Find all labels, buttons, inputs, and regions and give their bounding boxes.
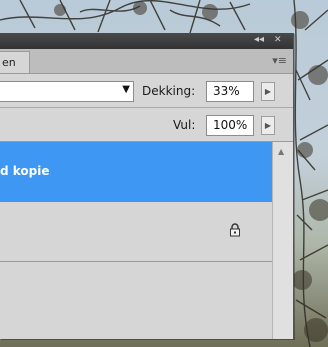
blend-mode-select[interactable]: ▼ [0, 81, 134, 102]
opacity-label: Dekking: [142, 84, 196, 98]
panel-menu-icon[interactable]: ▾≡ [272, 54, 287, 67]
fill-label: Vul: [173, 118, 196, 132]
layer-row-background[interactable] [0, 203, 272, 262]
tab-layers[interactable]: en [0, 51, 30, 73]
opacity-input[interactable]: 33% [206, 81, 254, 102]
layer-row-selected[interactable]: d kopie [0, 142, 272, 202]
layers-panel: ◂◂ ✕ en ▾≡ ▼ Dekking: 33% ▶ Vul: 100% ▶ … [0, 33, 294, 339]
lock-icon [230, 223, 240, 237]
opacity-row: ▼ Dekking: 33% ▶ [0, 74, 293, 108]
chevron-down-icon: ▼ [122, 84, 130, 95]
fill-input[interactable]: 100% [206, 115, 254, 136]
fill-slider-button[interactable]: ▶ [261, 116, 275, 135]
close-icon[interactable]: ✕ [274, 35, 282, 45]
opacity-slider-button[interactable]: ▶ [261, 82, 275, 101]
collapse-panel-button[interactable]: ◂◂ [254, 34, 264, 45]
scroll-up-icon[interactable]: ▲ [278, 147, 284, 156]
layers-list: d kopie ▲ [0, 142, 293, 339]
panel-tab-row: en ▾≡ [0, 49, 293, 74]
panel-titlebar: ◂◂ ✕ [0, 33, 293, 49]
layers-scrollbar[interactable]: ▲ [272, 142, 293, 339]
layer-name: d kopie [0, 164, 50, 178]
fill-row: Vul: 100% ▶ [0, 108, 293, 142]
